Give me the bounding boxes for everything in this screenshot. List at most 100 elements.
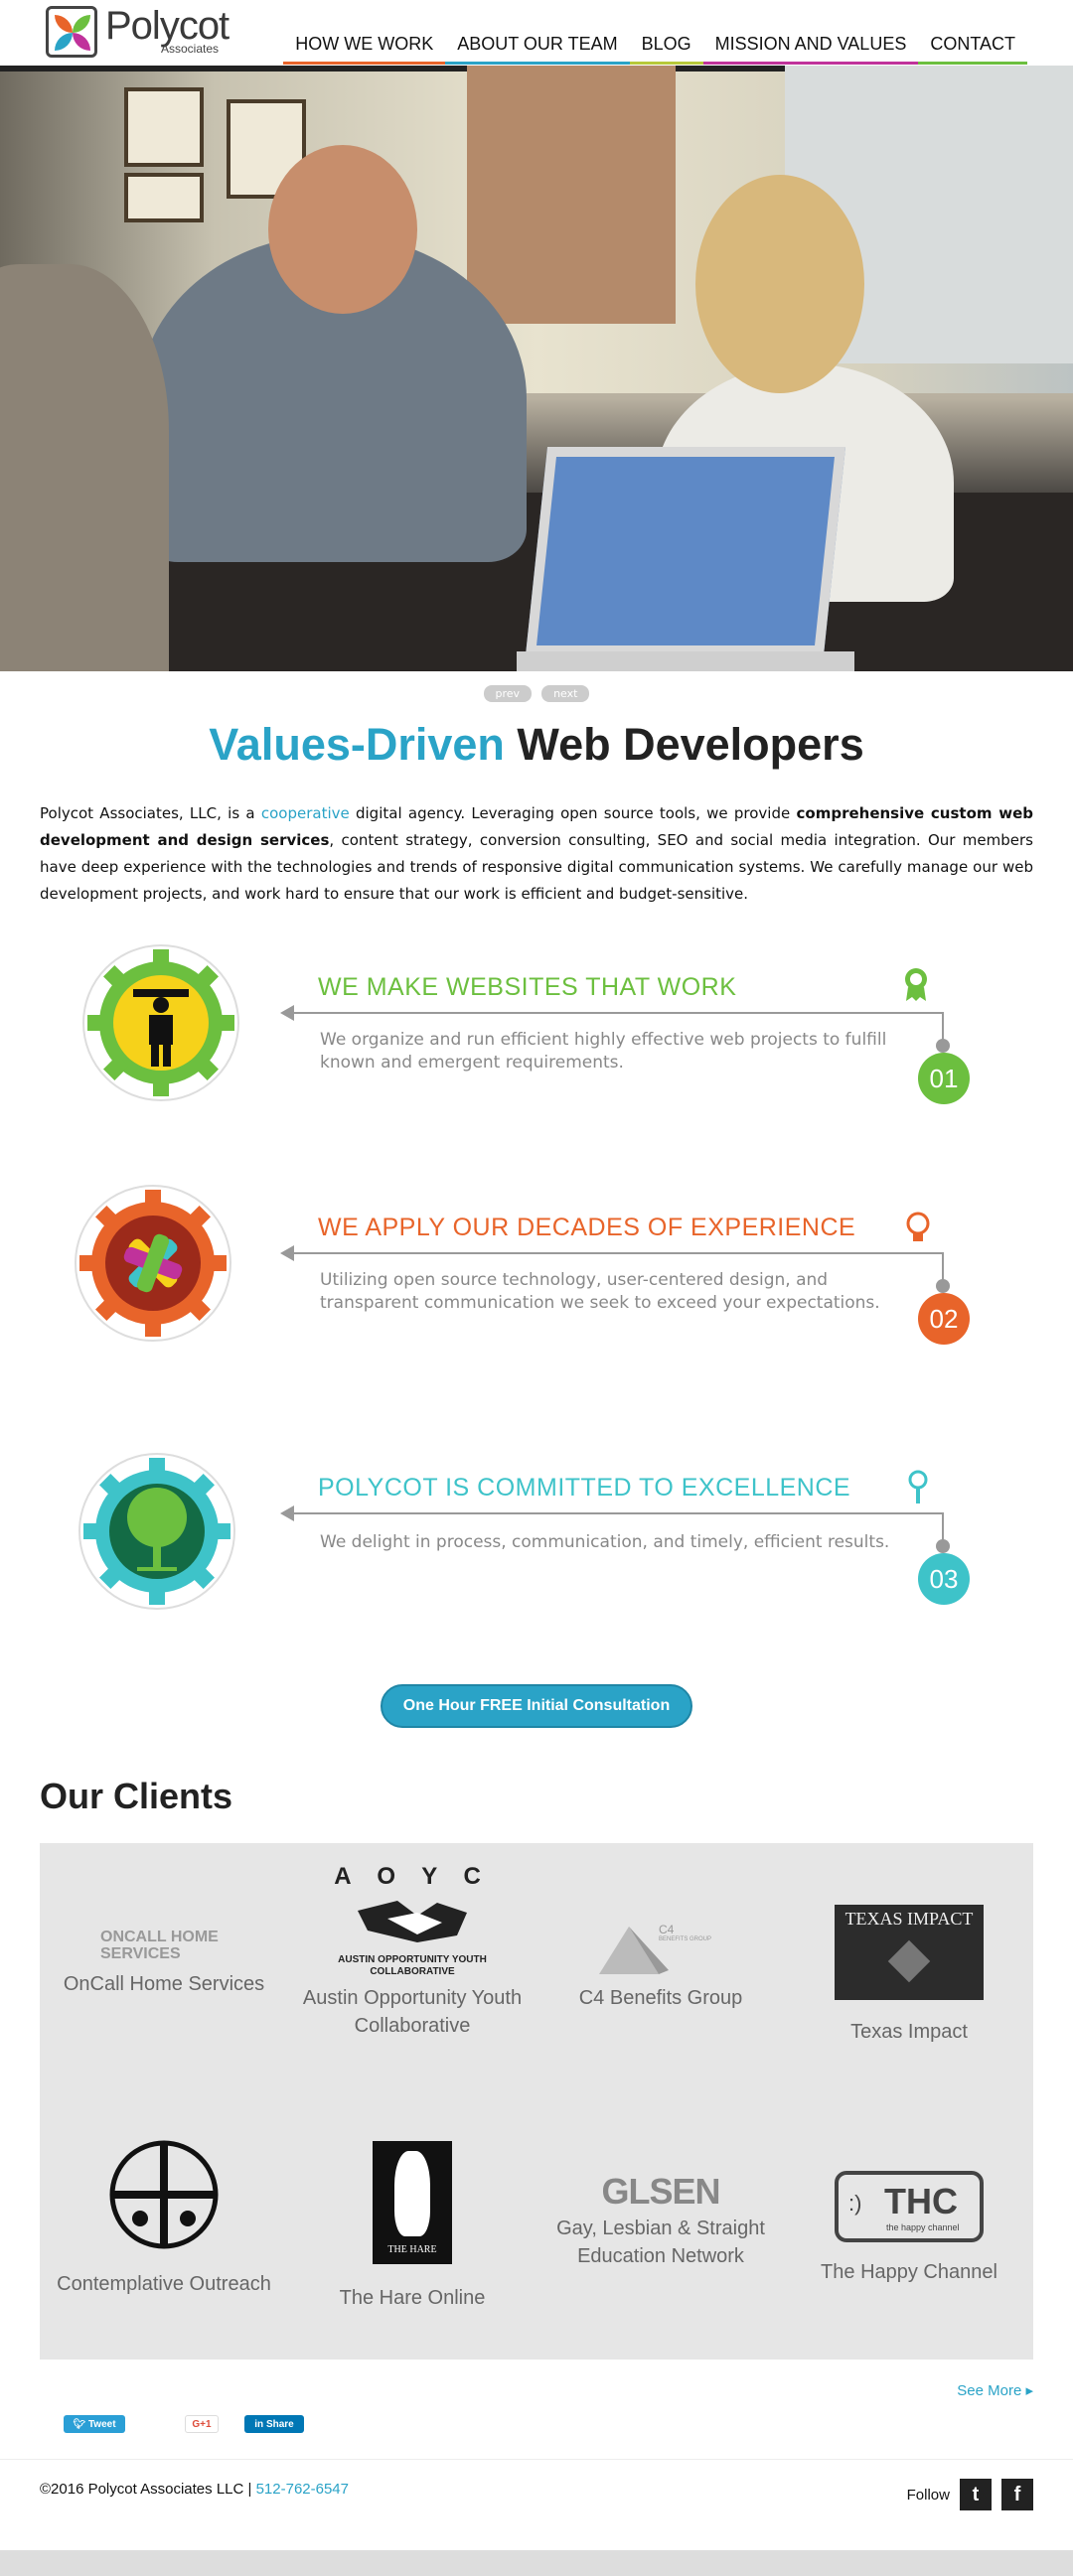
nav-mission-and-values[interactable]: MISSION AND VALUES — [702, 34, 919, 65]
client-happy-channel[interactable]: :) THC the happy channel The Happy Chann… — [785, 2171, 1033, 2286]
nav-underline — [702, 62, 919, 65]
nav-contact[interactable]: CONTACT — [918, 34, 1027, 65]
free-consultation-button[interactable]: One Hour FREE Initial Consultation — [381, 1684, 692, 1728]
client-oncall[interactable]: ONCALL HOME SERVICES OnCall Home Service… — [40, 1929, 288, 1998]
follow-label: Follow — [906, 2486, 950, 2504]
client-logo: :) THC the happy channel — [835, 2171, 984, 2242]
client-name: C4 Benefits Group — [578, 1987, 743, 2009]
nav-blog[interactable]: BLOG — [629, 34, 703, 65]
nav-label: HOW WE WORK — [295, 34, 434, 54]
cooperative-link[interactable]: cooperative — [261, 804, 350, 822]
magnifier-icon — [908, 1470, 928, 1503]
tweet-label: Tweet — [87, 2418, 116, 2430]
client-logo: THE HARE — [373, 2141, 452, 2264]
footer-follow: Follow t f — [907, 2479, 1033, 2510]
feature-dot — [936, 1279, 950, 1293]
smiley-icon: :) — [848, 2191, 862, 2216]
slider-next-button[interactable]: next — [541, 685, 590, 702]
google-plus-button[interactable]: G+1 — [185, 2415, 219, 2433]
client-c4[interactable]: C4 BENEFITS GROUP C4 Benefits Group — [536, 1923, 785, 2012]
client-logo: GLSEN — [601, 2171, 720, 2212]
linkedin-share-button[interactable]: in Share — [244, 2415, 304, 2433]
client-logo: ONCALL HOME SERVICES — [100, 1929, 219, 1962]
feature-dot — [936, 1539, 950, 1553]
ribbon-award-icon — [905, 968, 927, 1001]
feature-description: We organize and run efficient highly eff… — [320, 1030, 887, 1073]
feature-title: POLYCOT IS COMMITTED TO EXCELLENCE — [318, 1474, 851, 1502]
nav-underline — [283, 62, 446, 65]
feature-connector — [942, 1012, 944, 1042]
client-name: The Happy Channel — [821, 2261, 997, 2283]
feature-item: POLYCOT IS COMMITTED TO EXCELLENCE We de… — [0, 1452, 1073, 1631]
nav-label: MISSION AND VALUES — [714, 34, 907, 54]
laptop-screen — [525, 447, 846, 655]
twitter-bird-icon: 🐦︎ — [73, 2418, 86, 2430]
intro-paragraph: Polycot Associates, LLC, is a cooperativ… — [40, 800, 1033, 908]
linkedin-label: Share — [265, 2418, 294, 2430]
nav-underline — [445, 62, 630, 65]
gear-hands-icon — [75, 1185, 231, 1342]
thc-mark: THC — [884, 2181, 958, 2221]
client-name: Austin Opportunity Youth Collaborative — [302, 1987, 523, 2037]
client-texas-impact[interactable]: TEXAS IMPACT Texas Impact — [785, 1905, 1033, 2046]
person-left-blur — [0, 264, 169, 671]
client-name: Contemplative Outreach — [57, 2273, 271, 2295]
feature-line — [288, 1512, 944, 1514]
nav-label: ABOUT OUR TEAM — [457, 34, 618, 54]
client-glsen[interactable]: GLSEN Gay, Lesbian & Straight Education … — [536, 2171, 785, 2270]
feature-number: 02 — [918, 1293, 970, 1345]
c4-sub: BENEFITS GROUP — [659, 1936, 712, 1942]
nav-label: CONTACT — [930, 34, 1015, 54]
client-name: The Hare Online — [339, 2287, 486, 2309]
tweet-button[interactable]: 🐦︎ Tweet — [64, 2415, 125, 2433]
client-logo: C4 BENEFITS GROUP — [591, 1923, 730, 1978]
page-headline: Values-Driven Web Developers — [0, 719, 1073, 771]
client-aoyc[interactable]: A O Y C AUSTIN OPPORTUNITY YOUTH COLLABO… — [288, 1863, 536, 2040]
client-the-hare[interactable]: THE HARE The Hare Online — [288, 2141, 536, 2312]
main-nav: HOW WE WORK ABOUT OUR TEAM BLOG MISSION … — [283, 34, 1027, 65]
feature-dot — [936, 1039, 950, 1053]
hare-icon — [394, 2151, 430, 2236]
star-icon — [887, 1939, 931, 1983]
feature-number: 01 — [918, 1053, 970, 1104]
twitter-icon[interactable]: t — [960, 2479, 992, 2510]
nav-underline — [918, 62, 1027, 65]
feature-number: 03 — [918, 1553, 970, 1605]
aoyc-sub: AUSTIN OPPORTUNITY YOUTH COLLABORATIVE — [338, 1954, 487, 1977]
intro-text: Polycot Associates, LLC, is a — [40, 804, 261, 822]
client-name: Gay, Lesbian & Straight Education Networ… — [556, 2218, 765, 2267]
hero-photo — [0, 66, 1073, 671]
client-logo: TEXAS IMPACT — [835, 1905, 984, 2000]
client-contemplative[interactable]: Contemplative Outreach — [40, 2137, 288, 2298]
laptop-base — [517, 651, 854, 671]
client-logo: A O Y C AUSTIN OPPORTUNITY YOUTH COLLABO… — [333, 1863, 492, 1978]
phone-link[interactable]: 512-762-6547 — [256, 2481, 349, 2498]
feature-description: We delight in process, communication, an… — [320, 1532, 890, 1552]
nav-label: BLOG — [641, 34, 691, 54]
linkedin-icon: in — [254, 2418, 264, 2430]
slider-controls: prev next — [0, 685, 1073, 702]
feature-description: Utilizing open source technology, user-c… — [320, 1270, 880, 1313]
person-man-head — [268, 145, 417, 314]
person-woman-head — [695, 175, 864, 393]
feature-line — [288, 1012, 944, 1014]
facebook-icon[interactable]: f — [1001, 2479, 1033, 2510]
feature-item: WE MAKE WEBSITES THAT WORK We organize a… — [0, 943, 1073, 1122]
bottom-band — [0, 2550, 1073, 2576]
slider-prev-button[interactable]: prev — [483, 685, 533, 702]
c4-mark: C4 — [659, 1923, 675, 1936]
headline-rest: Web Developers — [504, 719, 864, 770]
nav-how-we-work[interactable]: HOW WE WORK — [283, 34, 446, 65]
thc-sub: the happy channel — [886, 2222, 960, 2232]
wall-frame — [124, 173, 204, 222]
site-logo[interactable]: Polycot Associates — [46, 4, 234, 58]
feature-title: WE MAKE WEBSITES THAT WORK — [318, 973, 737, 1001]
wall-frame — [124, 87, 204, 167]
headline-accent: Values-Driven — [209, 719, 505, 770]
nav-about-our-team[interactable]: ABOUT OUR TEAM — [445, 34, 630, 65]
client-name: OnCall Home Services — [63, 1973, 265, 1995]
lightbulb-icon — [906, 1212, 930, 1241]
copyright-text: ©2016 Polycot Associates LLC | — [40, 2481, 256, 2498]
logo-sub: Associates — [161, 42, 220, 56]
see-more-link[interactable]: See More ▸ — [957, 2381, 1033, 2399]
